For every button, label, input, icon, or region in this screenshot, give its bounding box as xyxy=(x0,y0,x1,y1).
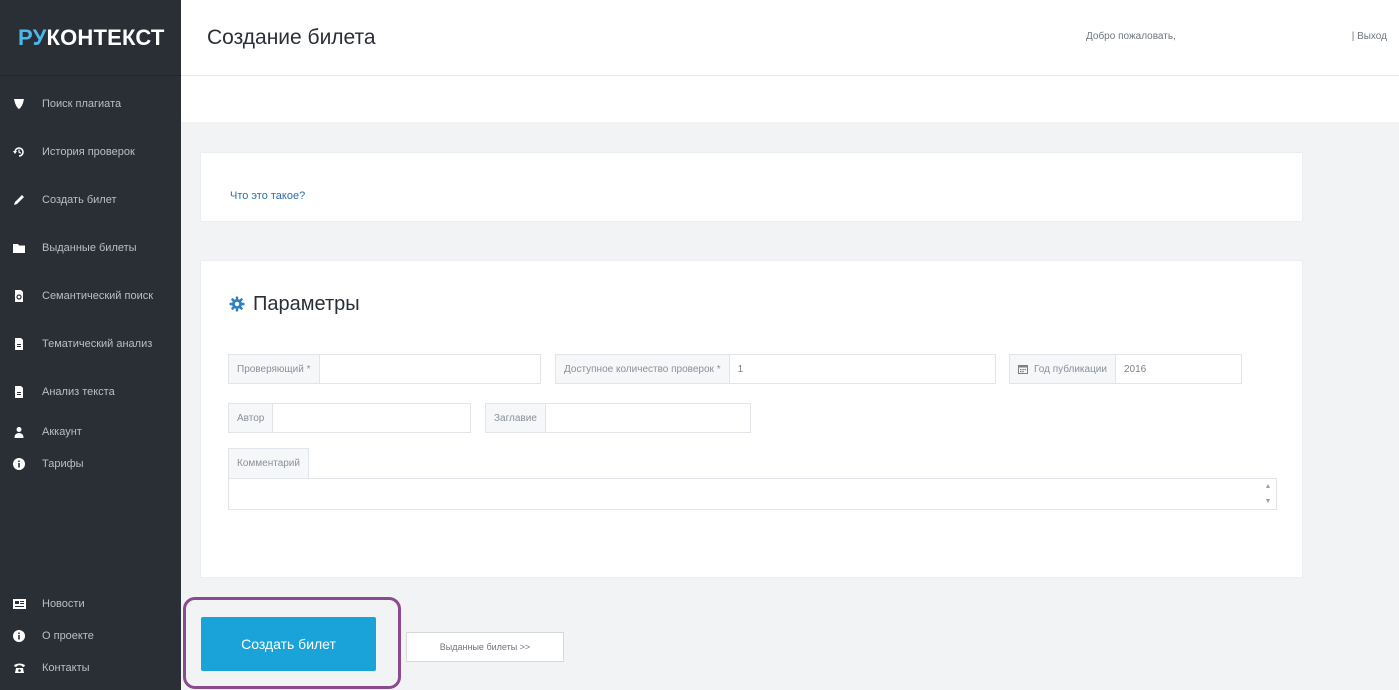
checker-input[interactable] xyxy=(320,355,540,383)
sidebar-item-issued-tickets[interactable]: Выданные билеты xyxy=(0,224,181,272)
publication-year-field: Год публикации 2016 xyxy=(1009,354,1242,384)
logo[interactable]: РУ КОНТЕКСТ xyxy=(0,0,181,76)
document-icon xyxy=(12,385,26,399)
document-search-icon xyxy=(12,289,26,303)
sidebar-item-check-history[interactable]: История проверок xyxy=(0,128,181,176)
available-checks-field: Доступное количество проверок * 1 xyxy=(555,354,996,384)
info-icon xyxy=(12,457,26,471)
sidebar-nav: Поиск плагиата История проверок Создать … xyxy=(0,80,181,480)
sidebar-item-label: Контакты xyxy=(42,661,90,674)
author-label: Автор xyxy=(229,404,274,432)
sidebar-item-label: Новости xyxy=(42,597,85,610)
parameters-title-text: Параметры xyxy=(253,293,360,315)
sidebar-item-contacts[interactable]: Контакты xyxy=(0,652,181,684)
header-strip xyxy=(181,76,1399,122)
spin-down-icon: ▼ xyxy=(1264,498,1272,505)
book-title-input[interactable] xyxy=(546,404,750,432)
sidebar-item-about[interactable]: О проекте xyxy=(0,620,181,652)
sidebar-item-plagiarism-search[interactable]: Поиск плагиата xyxy=(0,80,181,128)
page-title: Создание билета xyxy=(207,26,376,49)
sidebar-item-label: Поиск плагиата xyxy=(42,97,122,110)
sidebar-item-tariffs[interactable]: Тарифы xyxy=(0,448,181,480)
available-checks-input[interactable]: 1 xyxy=(730,355,995,383)
comment-textarea[interactable]: ▲ ▼ xyxy=(228,478,1277,510)
publication-year-label: Год публикации xyxy=(1034,363,1107,375)
sidebar-item-thematic-analysis[interactable]: Тематический анализ xyxy=(0,320,181,368)
what-is-this-link[interactable]: Что это такое? xyxy=(230,190,305,202)
sidebar-item-label: Выданные билеты xyxy=(42,241,137,254)
sidebar-bottom-nav: Новости О проекте Контакты xyxy=(0,588,181,684)
parameters-title: Параметры xyxy=(229,293,360,316)
comment-label: Комментарий xyxy=(228,448,309,478)
phone-icon xyxy=(12,661,26,675)
document-icon xyxy=(12,337,26,351)
header: Создание билета Добро пожаловать, | Выхо… xyxy=(181,0,1399,76)
logo-ru-text: РУ xyxy=(18,24,47,50)
gear-icon xyxy=(229,296,247,314)
book-title-field: Заглавие xyxy=(485,403,751,433)
logout-link[interactable]: | Выход xyxy=(1352,31,1387,42)
sidebar-item-semantic-search[interactable]: Семантический поиск xyxy=(0,272,181,320)
book-title-label: Заглавие xyxy=(486,404,546,432)
help-card: Что это такое? xyxy=(200,152,1303,222)
issued-tickets-button[interactable]: Выданные билеты >> xyxy=(406,632,564,662)
sidebar-item-account[interactable]: Аккаунт xyxy=(0,416,181,448)
user-icon xyxy=(12,425,26,439)
spin-up-icon: ▲ xyxy=(1264,483,1272,490)
sidebar-item-label: Семантический поиск xyxy=(42,289,154,302)
publication-year-label-addon: Год публикации xyxy=(1010,355,1116,383)
sidebar-item-label: Тематический анализ xyxy=(42,337,153,350)
info-icon xyxy=(12,629,26,643)
folder-icon xyxy=(12,241,26,255)
sidebar-item-text-analysis[interactable]: Анализ текста xyxy=(0,368,181,416)
calendar-icon xyxy=(1018,364,1028,374)
sidebar-item-label: Анализ текста xyxy=(42,385,115,398)
checker-label: Проверяющий * xyxy=(229,355,320,383)
sidebar-item-label: Аккаунт xyxy=(42,425,82,438)
create-ticket-button[interactable]: Создать билет xyxy=(201,617,376,671)
available-checks-label: Доступное количество проверок * xyxy=(556,355,730,383)
sidebar-item-label: История проверок xyxy=(42,145,135,158)
logo-context-text: КОНТЕКСТ xyxy=(46,24,165,50)
news-icon xyxy=(12,597,26,611)
checker-field: Проверяющий * xyxy=(228,354,541,384)
sidebar: РУ КОНТЕКСТ Поиск плагиата История провер… xyxy=(0,0,181,690)
sidebar-item-label: О проекте xyxy=(42,629,94,642)
shield-icon xyxy=(12,97,26,111)
sidebar-item-label: Тарифы xyxy=(42,457,84,470)
comment-resize-spinner[interactable]: ▲ ▼ xyxy=(1264,483,1272,505)
welcome-text: Добро пожаловать, xyxy=(1086,31,1176,42)
pen-icon xyxy=(12,193,26,207)
author-field: Автор xyxy=(228,403,471,433)
sidebar-item-label: Создать билет xyxy=(42,193,117,206)
history-icon xyxy=(12,145,26,159)
author-input[interactable] xyxy=(273,404,470,432)
publication-year-input[interactable]: 2016 xyxy=(1116,355,1241,383)
sidebar-item-create-ticket[interactable]: Создать билет xyxy=(0,176,181,224)
sidebar-item-news[interactable]: Новости xyxy=(0,588,181,620)
